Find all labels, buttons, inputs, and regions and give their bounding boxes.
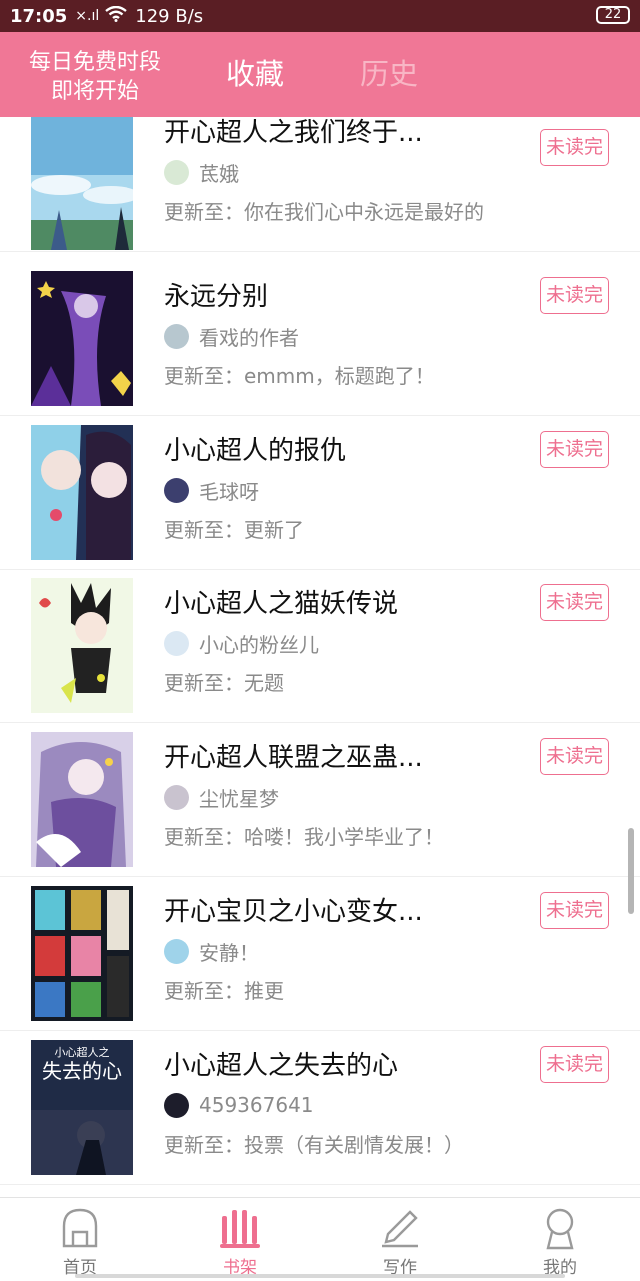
book-title: 开心超人之我们终于... — [164, 118, 423, 148]
pencil-icon — [382, 1210, 418, 1248]
profile-icon — [546, 1208, 574, 1250]
unread-badge[interactable]: 未读完 — [540, 584, 609, 621]
book-cover — [31, 578, 133, 713]
cover-text-line1: 小心超人之 — [55, 1045, 110, 1059]
author-avatar — [164, 784, 189, 810]
latest-update: 更新至：更新了 — [164, 518, 304, 542]
unread-badge[interactable]: 未读完 — [540, 892, 609, 929]
list-item[interactable]: 开心超人联盟之巫蛊... 尘忧星梦 更新至：哈喽！我小学毕业了！ 未读完 — [0, 724, 640, 877]
bottom-nav: 首页 书架 写作 我的 — [0, 1197, 640, 1280]
book-title: 小心超人的报仇 — [164, 436, 347, 466]
author-row: 尘忧星梦 — [164, 784, 279, 811]
top-header: 每日免费时段 即将开始 收藏 历史 — [0, 32, 640, 117]
author-name: 459367641 — [199, 1093, 314, 1117]
author-name: 看戏的作者 — [199, 325, 299, 350]
latest-update: 更新至：无题 — [164, 671, 284, 695]
unread-badge[interactable]: 未读完 — [540, 1046, 609, 1083]
latest-update: 更新至：投票（有关剧情发展！） — [164, 1133, 464, 1157]
book-title: 开心超人联盟之巫蛊... — [164, 743, 423, 773]
nav-home[interactable]: 首页 — [0, 1198, 160, 1281]
book-cover — [31, 886, 133, 1021]
book-cover — [31, 732, 133, 867]
list-item[interactable]: 永远分别 看戏的作者 更新至：emmm，标题跑了！ 未读完 — [0, 263, 640, 416]
author-avatar — [164, 1092, 189, 1118]
author-name: 安静！ — [199, 940, 259, 965]
author-row: 小心的粉丝儿 — [164, 630, 319, 657]
latest-update: 更新至：你在我们心中永远是最好的 — [164, 200, 484, 224]
book-title: 小心超人之猫妖传说 — [164, 589, 399, 619]
cover-text-line2: 失去的心 — [42, 1059, 122, 1083]
list-item[interactable]: 开心超人之我们终于... 茋娥 更新至：你在我们心中永远是最好的 未读完 — [0, 117, 640, 252]
nav-write[interactable]: 写作 — [320, 1198, 480, 1281]
scrollbar[interactable] — [628, 828, 634, 914]
list-item[interactable]: 小心超人之 失去的心 小心超人之失去的心 459367641 更新至：投票（有关… — [0, 1032, 640, 1185]
promo-line2: 即将开始 — [50, 79, 139, 104]
book-cover: 小心超人之 失去的心 — [31, 1040, 133, 1175]
author-avatar — [164, 323, 189, 349]
home-icon — [62, 1208, 98, 1248]
author-row: 459367641 — [164, 1092, 314, 1118]
unread-badge[interactable]: 未读完 — [540, 277, 609, 314]
list-item[interactable]: 小心超人之猫妖传说 小心的粉丝儿 更新至：无题 未读完 — [0, 570, 640, 723]
author-row: 安静！ — [164, 938, 259, 965]
tab-favorites[interactable]: 收藏 — [226, 56, 284, 92]
bookshelf-list[interactable]: 开心超人之我们终于... 茋娥 更新至：你在我们心中永远是最好的 未读完 永远分… — [0, 117, 640, 1197]
author-avatar — [164, 477, 189, 503]
status-bar: 17:05 ×.ıl 129 B/s 22 — [0, 0, 640, 32]
battery-icon: 22 — [596, 6, 630, 24]
author-name: 尘忧星梦 — [199, 786, 279, 811]
latest-update: 更新至：推更 — [164, 979, 284, 1003]
status-time: 17:05 — [10, 5, 68, 27]
author-row: 毛球呀 — [164, 477, 259, 504]
unread-badge[interactable]: 未读完 — [540, 431, 609, 468]
author-row: 茋娥 — [164, 159, 239, 186]
author-avatar — [164, 630, 189, 656]
list-item[interactable]: 小心超人的报仇 毛球呀 更新至：更新了 未读完 — [0, 417, 640, 570]
author-name: 茋娥 — [199, 161, 239, 186]
free-time-promo[interactable]: 每日免费时段 即将开始 — [10, 48, 180, 106]
list-item[interactable]: 开心宝贝之小心变女... 安静！ 更新至：推更 未读完 — [0, 878, 640, 1031]
book-title: 永远分别 — [164, 282, 269, 312]
book-cover — [31, 271, 133, 406]
book-cover — [31, 117, 133, 250]
latest-update: 更新至：哈喽！我小学毕业了！ — [164, 825, 444, 849]
nav-profile[interactable]: 我的 — [480, 1198, 640, 1281]
author-name: 毛球呀 — [199, 479, 259, 504]
unread-badge[interactable]: 未读完 — [540, 129, 609, 166]
bookshelf-icon — [220, 1210, 260, 1248]
signal-icon: ×.ıl — [75, 8, 100, 24]
book-title: 小心超人之失去的心 — [164, 1051, 399, 1081]
nav-bookshelf[interactable]: 书架 — [160, 1198, 320, 1281]
home-indicator[interactable] — [75, 1274, 565, 1278]
promo-line1: 每日免费时段 — [28, 50, 161, 75]
latest-update: 更新至：emmm，标题跑了！ — [164, 364, 435, 388]
author-row: 看戏的作者 — [164, 323, 299, 350]
wifi-icon — [105, 5, 128, 27]
book-cover — [31, 425, 133, 560]
author-avatar — [164, 159, 189, 185]
net-speed: 129 B/s — [135, 5, 204, 27]
book-title: 开心宝贝之小心变女... — [164, 897, 423, 927]
author-avatar — [164, 938, 189, 964]
author-name: 小心的粉丝儿 — [199, 632, 319, 657]
tab-history[interactable]: 历史 — [360, 56, 418, 92]
unread-badge[interactable]: 未读完 — [540, 738, 609, 775]
